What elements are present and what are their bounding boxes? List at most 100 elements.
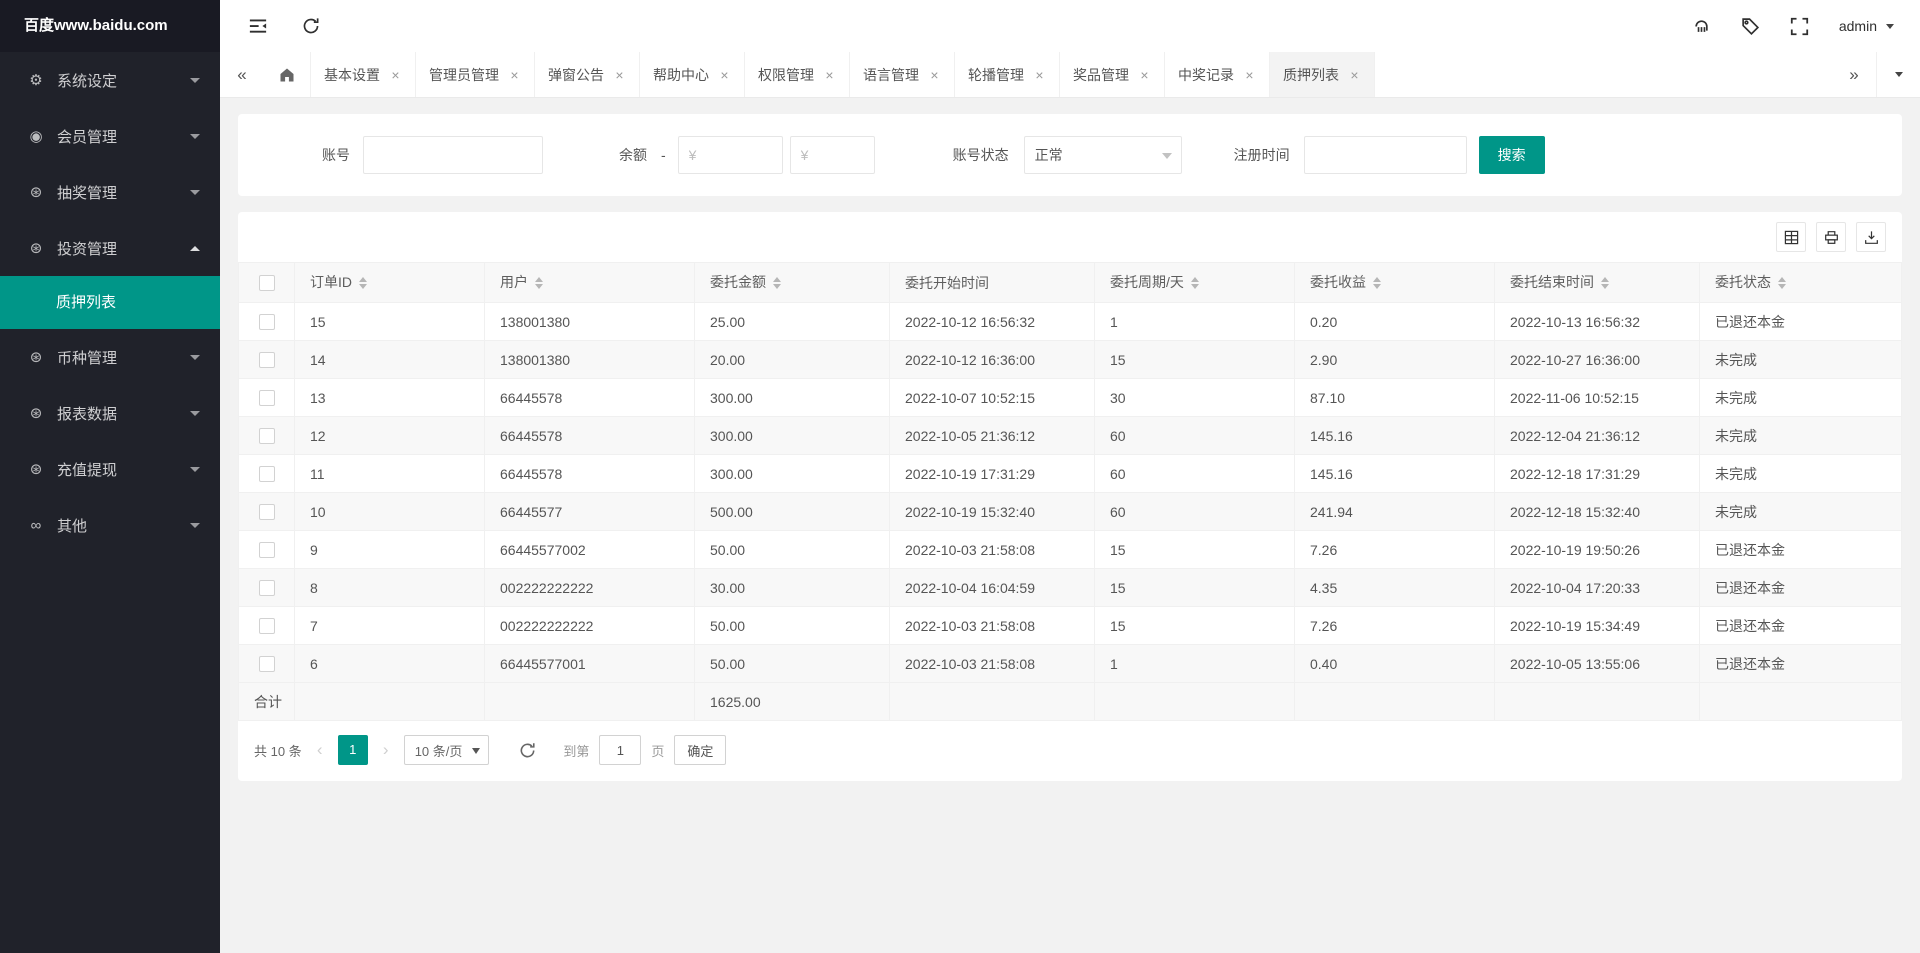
row-checkbox[interactable] [258,656,275,673]
tag-icon[interactable] [1741,17,1760,36]
tab-language[interactable]: 语言管理 × [850,52,955,97]
cell-user: 002222222222 [484,606,695,645]
clear-cache-icon[interactable] [1692,17,1711,36]
close-icon[interactable]: × [508,67,521,83]
sort-icon[interactable] [1190,273,1199,293]
tab-basic-settings[interactable]: 基本设置 × [311,52,416,97]
row-checkbox[interactable] [258,352,275,369]
chevron-down-icon [1886,23,1894,33]
chevron-down-icon [1894,72,1903,81]
col-profit[interactable]: 委托收益 [1294,262,1495,303]
tab-home[interactable] [264,52,311,97]
balance-min-input[interactable] [677,136,783,174]
row-checkbox[interactable] [258,580,275,597]
chevron-down-icon [190,189,200,200]
table-row: 14 138001380 20.00 2022-10-12 16:36:00 1… [238,340,1902,379]
search-button[interactable]: 搜索 [1478,136,1545,174]
col-period[interactable]: 委托周期/天 [1094,262,1295,303]
tab-help-center[interactable]: 帮助中心 × [640,52,745,97]
tab-pledge-list[interactable]: 质押列表 × [1270,52,1375,97]
close-icon[interactable]: × [823,67,836,83]
sort-icon[interactable] [1373,273,1381,293]
tab-scroll-left-icon[interactable]: « [220,52,264,97]
sort-icon[interactable] [535,273,543,293]
cell-start-time: 2022-10-07 10:52:15 [889,378,1095,417]
tab-prizes[interactable]: 奖品管理 × [1060,52,1165,97]
tab-carousel[interactable]: 轮播管理 × [955,52,1060,97]
sort-icon[interactable] [1778,273,1786,293]
sidebar-item-lottery[interactable]: ⊛ 抽奖管理 [0,164,220,220]
tab-permissions[interactable]: 权限管理 × [745,52,850,97]
goto-confirm-button[interactable]: 确定 [674,735,727,765]
cell-period: 60 [1094,492,1295,531]
close-icon[interactable]: × [613,67,626,83]
row-checkbox[interactable] [258,466,275,483]
sidebar-item-investment[interactable]: ⊛ 投资管理 [0,220,220,276]
chevron-down-icon [190,77,200,88]
row-checkbox[interactable] [258,314,275,331]
sidebar-subitem-pledge-list[interactable]: 质押列表 [0,276,220,329]
row-checkbox[interactable] [258,390,275,407]
refresh-icon[interactable] [302,17,320,35]
cell-order-id: 8 [294,568,485,607]
sidebar-toggle-icon[interactable] [248,16,268,36]
register-time-input[interactable] [1303,136,1467,174]
close-icon[interactable]: × [389,67,402,83]
row-checkbox[interactable] [258,504,275,521]
sort-icon[interactable] [1601,273,1609,293]
sidebar-item-members[interactable]: ◉ 会员管理 [0,108,220,164]
cell-status: 未完成 [1699,492,1902,531]
col-user[interactable]: 用户 [484,262,695,303]
sort-icon[interactable] [359,273,367,293]
page-number-button[interactable]: 1 [337,735,368,765]
sidebar-item-reports[interactable]: ⊛ 报表数据 [0,385,220,441]
close-icon[interactable]: × [1033,67,1046,83]
fullscreen-icon[interactable] [1790,17,1809,36]
col-amount[interactable]: 委托金额 [694,262,890,303]
close-icon[interactable]: × [1243,67,1256,83]
col-order-id[interactable]: 订单ID [294,262,485,303]
sidebar-item-system-settings[interactable]: ⚙ 系统设定 [0,52,220,108]
close-icon[interactable]: × [928,67,941,83]
col-end-time[interactable]: 委托结束时间 [1494,262,1700,303]
tab-admin-management[interactable]: 管理员管理 × [416,52,535,97]
close-icon[interactable]: × [1348,67,1361,83]
tab-options-button[interactable] [1876,52,1920,97]
cell-order-id: 15 [294,302,485,341]
user-menu[interactable]: admin [1839,18,1894,34]
cell-amount: 50.00 [694,606,890,645]
row-checkbox[interactable] [258,618,275,635]
tab-popup-notice[interactable]: 弹窗公告 × [535,52,640,97]
goto-page-input[interactable] [599,735,642,765]
cell-end-time: 2022-10-19 15:34:49 [1494,606,1700,645]
export-button[interactable] [1856,222,1886,252]
refresh-table-icon[interactable] [513,736,541,764]
sidebar-item-deposit-withdraw[interactable]: ⊛ 充值提现 [0,441,220,497]
row-checkbox[interactable] [258,428,275,445]
col-status[interactable]: 委托状态 [1699,262,1902,303]
sidebar-item-currency[interactable]: ⊛ 币种管理 [0,329,220,385]
tab-winning-records[interactable]: 中奖记录 × [1165,52,1270,97]
print-button[interactable] [1816,222,1846,252]
cell-profit: 7.26 [1294,530,1495,569]
select-all-checkbox[interactable] [258,275,275,292]
next-page-icon[interactable]: › [378,740,394,760]
tab-scroll-right-icon[interactable]: » [1832,52,1876,97]
account-input[interactable] [363,136,543,174]
page-size-select[interactable]: 10 条/页 [403,735,490,765]
cell-start-time: 2022-10-03 21:58:08 [889,606,1095,645]
account-status-select[interactable]: 正常 [1023,136,1182,174]
row-checkbox[interactable] [258,542,275,559]
filter-columns-button[interactable] [1776,222,1806,252]
prev-page-icon[interactable]: ‹ [312,740,328,760]
table-row: 15 138001380 25.00 2022-10-12 16:56:32 1… [238,302,1902,341]
sort-icon[interactable] [773,273,781,293]
cell-order-id: 14 [294,340,485,379]
sidebar-item-other[interactable]: ∞ 其他 [0,497,220,553]
balance-max-input[interactable] [789,136,875,174]
close-icon[interactable]: × [718,67,731,83]
cell-end-time: 2022-11-06 10:52:15 [1494,378,1700,417]
close-icon[interactable]: × [1138,67,1151,83]
cell-amount: 500.00 [694,492,890,531]
cell-amount: 30.00 [694,568,890,607]
